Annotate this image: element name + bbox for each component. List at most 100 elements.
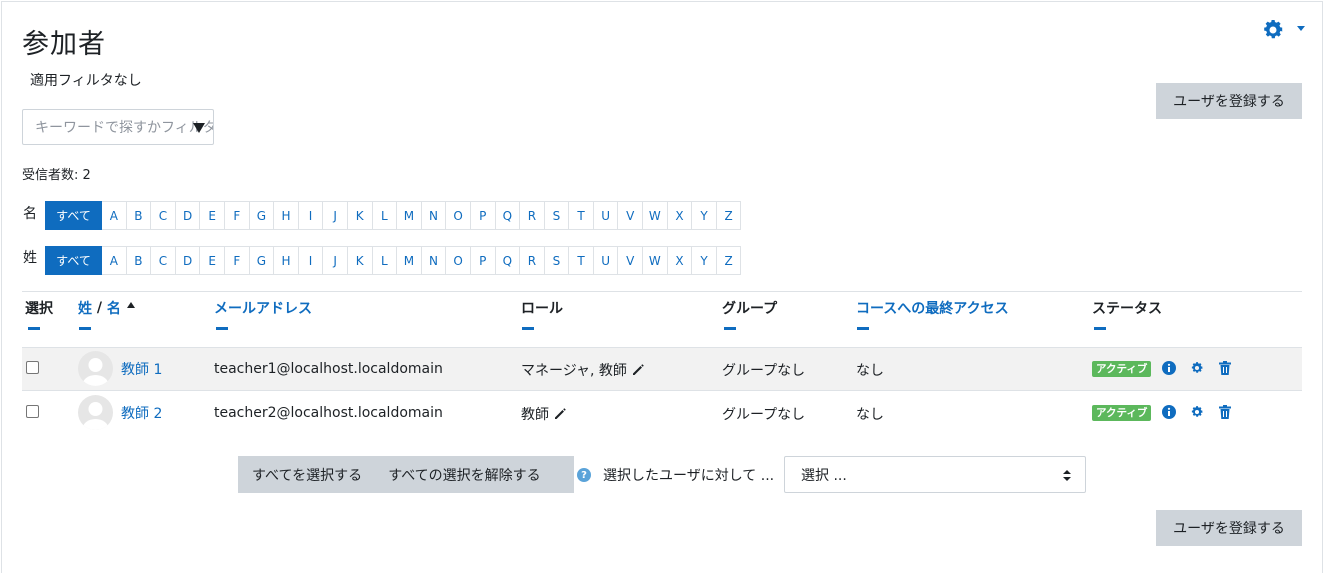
last-name-initial-i[interactable]: I [298, 246, 324, 275]
first-name-initial-i[interactable]: I [298, 201, 324, 230]
first-name-initial-q[interactable]: Q [495, 201, 521, 230]
first-name-initial-z[interactable]: Z [716, 201, 742, 230]
pencil-icon[interactable] [553, 407, 567, 421]
gear-icon[interactable] [1261, 18, 1285, 42]
first-name-initial-j[interactable]: J [323, 201, 348, 230]
first-name-initial-h[interactable]: H [274, 201, 299, 230]
first-name-initial-c[interactable]: C [151, 201, 176, 230]
collapse-status-column[interactable] [1094, 327, 1106, 330]
info-icon[interactable] [1162, 361, 1176, 375]
last-name-initial-t[interactable]: T [569, 246, 594, 275]
first-name-initial-f[interactable]: F [224, 201, 250, 230]
first-name-initial-g[interactable]: G [249, 201, 275, 230]
first-name-initial-t[interactable]: T [569, 201, 594, 230]
last-name-initial-p[interactable]: P [470, 246, 496, 275]
status-badge: アクティブ [1092, 404, 1152, 421]
first-name-initial-x[interactable]: X [667, 201, 693, 230]
first-name-initial-l[interactable]: L [372, 201, 398, 230]
first-name-initial-v[interactable]: V [618, 201, 644, 230]
status-badge: アクティブ [1092, 360, 1152, 377]
last-name-initial-w[interactable]: W [643, 246, 668, 275]
bulk-action-select[interactable]: 選択 ... [784, 456, 1086, 493]
last-name-initial-all[interactable]: すべて [45, 246, 102, 275]
last-name-initial-u[interactable]: U [593, 246, 619, 275]
sort-last-access-link[interactable]: コースへの最終アクセス [856, 298, 1009, 318]
last-name-initial-h[interactable]: H [274, 246, 299, 275]
last-name-initial-j[interactable]: J [323, 246, 348, 275]
enrol-users-button[interactable]: ユーザを登録する [1156, 83, 1302, 119]
last-name-initial-g[interactable]: G [249, 246, 275, 275]
first-name-initial-s[interactable]: S [544, 201, 570, 230]
collapse-email-column[interactable] [216, 327, 228, 330]
first-name-initial-d[interactable]: D [175, 201, 201, 230]
collapse-name-column[interactable] [79, 327, 91, 330]
page-title: 参加者 [22, 29, 106, 60]
search-input[interactable]: キーワードで探すかフィルタを選択する [22, 109, 214, 145]
last-name-initial-s[interactable]: S [544, 246, 570, 275]
pencil-icon[interactable] [631, 363, 645, 377]
caret-down-icon[interactable] [193, 123, 205, 133]
last-name-initial-m[interactable]: M [397, 246, 422, 275]
first-name-initial-p[interactable]: P [470, 201, 496, 230]
last-name-initial-z[interactable]: Z [716, 246, 742, 275]
first-name-initial-u[interactable]: U [593, 201, 619, 230]
gear-icon[interactable] [1190, 405, 1204, 419]
last-name-initial-q[interactable]: Q [495, 246, 521, 275]
last-name-initial-b[interactable]: B [126, 246, 152, 275]
sort-ascending-icon [126, 302, 135, 308]
last-name-initial-f[interactable]: F [224, 246, 250, 275]
user-name-link[interactable]: 教師 1 [121, 359, 162, 379]
page-frame [1, 1, 1323, 573]
collapse-last-access-column[interactable] [857, 327, 869, 330]
row-select-checkbox[interactable] [26, 405, 39, 418]
trash-icon[interactable] [1219, 361, 1231, 375]
chevron-down-icon[interactable] [1297, 26, 1305, 31]
row-select-checkbox[interactable] [26, 361, 39, 374]
last-name-initial-o[interactable]: O [446, 246, 471, 275]
first-name-initial-y[interactable]: Y [692, 201, 717, 230]
collapse-select-column[interactable] [28, 327, 40, 330]
user-last-access: なし [856, 363, 884, 379]
last-name-initial-k[interactable]: K [347, 246, 373, 275]
help-icon[interactable]: ? [577, 468, 591, 482]
last-name-initial-y[interactable]: Y [692, 246, 717, 275]
first-name-initial-b[interactable]: B [126, 201, 152, 230]
first-name-initial-a[interactable]: A [102, 201, 127, 230]
last-name-initial-d[interactable]: D [175, 246, 201, 275]
sort-first-name-link[interactable]: 名 [107, 298, 121, 318]
last-name-initial-a[interactable]: A [102, 246, 127, 275]
role-text: マネージャ, 教師 [521, 363, 627, 379]
user-name-link[interactable]: 教師 2 [121, 403, 162, 423]
deselect-all-button[interactable]: すべての選択を解除する [388, 465, 540, 485]
first-name-initial-e[interactable]: E [200, 201, 225, 230]
first-name-initial-r[interactable]: R [520, 201, 545, 230]
collapse-group-column[interactable] [724, 327, 736, 330]
avatar [78, 351, 113, 386]
first-name-initial-m[interactable]: M [397, 201, 422, 230]
first-name-initial-w[interactable]: W [643, 201, 668, 230]
enrol-users-button-bottom[interactable]: ユーザを登録する [1156, 510, 1302, 546]
last-name-initial-x[interactable]: X [667, 246, 693, 275]
collapse-role-column[interactable] [522, 327, 534, 330]
last-name-initial-l[interactable]: L [372, 246, 398, 275]
row-divider [22, 390, 1302, 391]
first-name-initial-n[interactable]: N [421, 201, 447, 230]
first-name-initial-all[interactable]: すべて [45, 201, 102, 230]
user-email: teacher1@localhost.localdomain [214, 361, 443, 377]
last-name-initial-n[interactable]: N [421, 246, 447, 275]
column-header-role: ロール [521, 301, 563, 317]
last-name-initial-e[interactable]: E [200, 246, 225, 275]
gear-icon[interactable] [1190, 361, 1204, 375]
last-name-initial-r[interactable]: R [520, 246, 545, 275]
first-name-initial-o[interactable]: O [446, 201, 471, 230]
last-name-initial-v[interactable]: V [618, 246, 644, 275]
recipient-count: 受信者数: 2 [22, 168, 91, 183]
sort-last-name-link[interactable]: 姓 [78, 298, 92, 318]
first-name-initial-k[interactable]: K [347, 201, 373, 230]
last-name-initial-c[interactable]: C [151, 246, 176, 275]
sort-email-link[interactable]: メールアドレス [214, 298, 312, 318]
trash-icon[interactable] [1219, 405, 1231, 419]
select-all-button[interactable]: すべてを選択する [252, 465, 362, 485]
info-icon[interactable] [1162, 405, 1176, 419]
column-header-name: 姓 / 名 [78, 298, 135, 318]
